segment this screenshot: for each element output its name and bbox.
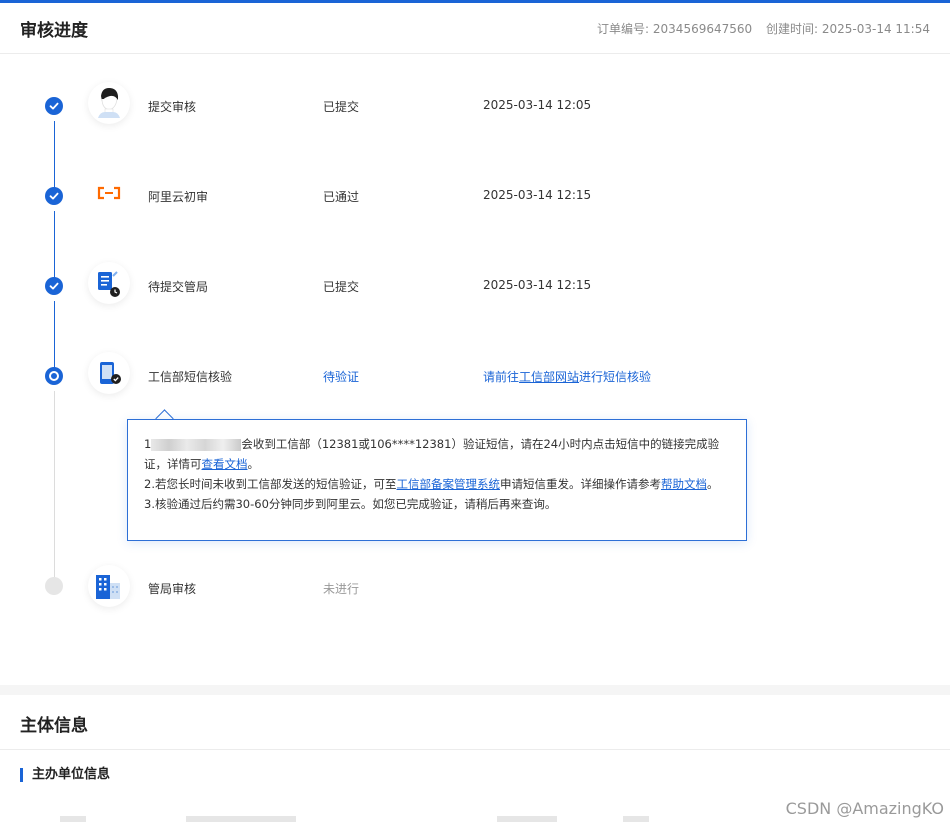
step-pending-indicator-icon xyxy=(45,577,63,595)
step-name: 阿里云初审 xyxy=(148,190,209,204)
step-status: 未进行 xyxy=(323,582,360,596)
cut-off-value xyxy=(623,816,649,822)
step-name: 提交审核 xyxy=(148,100,197,114)
miit-record-system-link[interactable]: 工信部备案管理系统 xyxy=(396,477,500,491)
timeline-connector xyxy=(54,301,55,374)
hint-prefix: 请前往 xyxy=(483,370,520,384)
user-avatar-icon xyxy=(88,82,130,124)
help-docs-link[interactable]: 帮助文档 xyxy=(661,477,707,491)
tooltip-line-1: 1 会收到工信部（12381或106****12381）验证短信，请在24小时内点… xyxy=(144,434,726,474)
tooltip-line-2-mid: 申请短信重发。详细操作请参考 xyxy=(499,477,661,491)
tooltip-line-1-prefix: 1 xyxy=(144,437,152,451)
timeline-connector xyxy=(54,121,55,194)
step-time: 2025-03-14 12:05 xyxy=(483,98,592,112)
sms-verify-hint: 请前往工信部网站进行短信核验 xyxy=(483,368,651,385)
timeline-connector xyxy=(54,211,55,284)
entity-header: 主体信息 xyxy=(0,695,950,750)
cut-off-label xyxy=(497,816,557,822)
step-done-check-icon xyxy=(45,277,63,295)
step-time: 2025-03-14 12:15 xyxy=(483,188,592,202)
step-current-indicator-icon xyxy=(45,367,63,385)
cut-off-value xyxy=(186,816,296,822)
step-status: 已提交 xyxy=(323,280,360,294)
redacted-text xyxy=(151,438,242,451)
tooltip-line-1-end: 。 xyxy=(247,457,260,471)
step-name: 待提交管局 xyxy=(148,280,209,294)
sms-verify-tooltip: 1 会收到工信部（12381或106****12381）验证短信，请在24小时内点… xyxy=(127,419,747,541)
tooltip-line-2-prefix: 2.若您长时间未收到工信部发送的短信验证，可至 xyxy=(144,477,397,491)
section-title: 主体信息 xyxy=(20,716,88,736)
timeline-connector xyxy=(54,391,55,577)
tooltip-line-2-end: 。 xyxy=(706,477,719,491)
tooltip-line-3: 3.核验通过后约需30-60分钟同步到阿里云。如您已完成验证，请稍后再来查询。 xyxy=(144,497,557,511)
step-status: 已通过 xyxy=(323,190,360,204)
review-progress-panel: 审核进度 订单编号: 2034569647560 创建时间: 2025-03-1… xyxy=(0,3,950,685)
step-name: 工信部短信核验 xyxy=(148,370,233,384)
subsection-title: 主办单位信息 xyxy=(20,768,110,782)
document-clock-icon xyxy=(88,262,130,304)
tooltip-body: 1 会收到工信部（12381或106****12381）验证短信，请在24小时内点… xyxy=(144,434,726,514)
miit-website-link[interactable]: 工信部网站 xyxy=(519,370,579,384)
hint-suffix: 进行短信核验 xyxy=(579,370,652,384)
step-status: 已提交 xyxy=(323,100,360,114)
created-time: 创建时间: 2025-03-14 11:54 xyxy=(766,22,930,36)
order-meta: 订单编号: 2034569647560 创建时间: 2025-03-14 11:… xyxy=(597,20,930,37)
aliyun-logo-icon xyxy=(88,172,130,214)
page-title: 审核进度 xyxy=(20,21,88,41)
step-status: 待验证 xyxy=(323,370,360,384)
order-number: 订单编号: 2034569647560 xyxy=(597,22,753,36)
progress-header: 审核进度 订单编号: 2034569647560 创建时间: 2025-03-1… xyxy=(0,3,950,54)
building-icon xyxy=(88,565,130,607)
tooltip-line-2: 2.若您长时间未收到工信部发送的短信验证，可至工信部备案管理系统申请短信重发。详… xyxy=(144,474,726,494)
step-time: 2025-03-14 12:15 xyxy=(483,278,592,292)
phone-verify-icon xyxy=(88,352,130,394)
watermark: CSDN @AmazingKO xyxy=(785,799,944,818)
step-done-check-icon xyxy=(45,187,63,205)
step-name: 管局审核 xyxy=(148,582,197,596)
view-docs-link[interactable]: 查看文档 xyxy=(202,457,248,471)
cut-off-label xyxy=(60,816,86,822)
step-done-check-icon xyxy=(45,97,63,115)
